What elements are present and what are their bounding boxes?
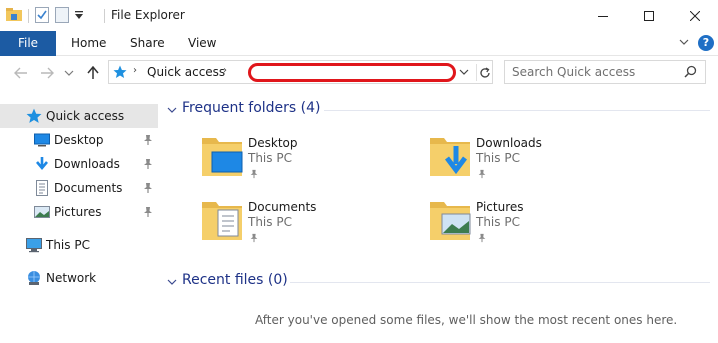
title-divider bbox=[104, 9, 105, 23]
pictures-folder-icon bbox=[430, 198, 472, 245]
breadcrumb-separator-icon[interactable]: › bbox=[223, 65, 227, 76]
sidebar-item-label: Quick access bbox=[46, 109, 125, 123]
sidebar-item-documents[interactable]: Documents bbox=[0, 176, 158, 200]
pin-icon[interactable] bbox=[249, 168, 259, 182]
sidebar-item-label: This PC bbox=[46, 238, 90, 252]
pin-icon[interactable] bbox=[249, 232, 259, 246]
new-folder-icon[interactable] bbox=[55, 6, 69, 26]
network-icon bbox=[26, 270, 42, 286]
download-icon bbox=[34, 156, 50, 172]
folder-name: Desktop bbox=[248, 136, 298, 150]
expand-ribbon-chevron-icon[interactable] bbox=[678, 36, 690, 51]
downloads-folder-icon bbox=[430, 134, 472, 181]
forward-button[interactable] bbox=[38, 65, 56, 81]
tab-view[interactable]: View bbox=[188, 31, 216, 56]
quick-access-toolbar bbox=[6, 6, 83, 26]
window-title: File Explorer bbox=[111, 8, 185, 22]
file-explorer-app-icon[interactable] bbox=[6, 7, 22, 25]
maximize-button[interactable] bbox=[626, 0, 672, 31]
sidebar-item-this-pc[interactable]: This PC bbox=[0, 233, 158, 257]
customize-toolbar-chevron-icon[interactable] bbox=[75, 9, 83, 23]
tab-share[interactable]: Share bbox=[130, 31, 165, 56]
sidebar-item-quick-access[interactable]: Quick access bbox=[0, 104, 158, 128]
group-divider bbox=[324, 110, 710, 111]
sidebar-item-label: Documents bbox=[54, 181, 123, 195]
title-bar: File Explorer bbox=[0, 0, 718, 31]
navigation-bar: › Quick access › Search Quick access bbox=[0, 56, 718, 90]
navigation-pane: Quick access Desktop Downloads Documents bbox=[0, 98, 158, 343]
pin-icon[interactable] bbox=[143, 158, 153, 173]
breadcrumb-separator-icon: › bbox=[133, 65, 137, 76]
search-input[interactable]: Search Quick access bbox=[512, 65, 635, 79]
address-history-chevron-icon[interactable] bbox=[459, 66, 469, 80]
pin-icon[interactable] bbox=[143, 182, 153, 197]
search-icon[interactable] bbox=[684, 65, 697, 81]
refresh-button[interactable] bbox=[476, 64, 493, 81]
documents-icon bbox=[34, 180, 50, 196]
pin-icon[interactable] bbox=[477, 168, 487, 182]
tab-home[interactable]: Home bbox=[71, 31, 106, 56]
group-divider bbox=[290, 282, 710, 283]
frequent-folders-heading[interactable]: Frequent folders (4) bbox=[182, 100, 321, 116]
sidebar-item-label: Network bbox=[46, 271, 97, 285]
pane-splitter[interactable] bbox=[158, 90, 159, 343]
breadcrumb-quick-access[interactable]: Quick access bbox=[147, 65, 225, 79]
sidebar-item-desktop[interactable]: Desktop bbox=[0, 128, 158, 152]
toolbar-divider bbox=[28, 9, 29, 23]
collapse-chevron-icon[interactable] bbox=[167, 275, 177, 289]
folder-name: Pictures bbox=[476, 200, 524, 214]
address-bar[interactable]: › Quick access › bbox=[108, 60, 493, 84]
back-button[interactable] bbox=[12, 65, 30, 81]
sidebar-item-label: Desktop bbox=[54, 133, 104, 147]
pin-icon[interactable] bbox=[477, 232, 487, 246]
folder-location: This PC bbox=[476, 151, 520, 165]
sidebar-item-label: Pictures bbox=[54, 205, 102, 219]
folder-location: This PC bbox=[248, 151, 292, 165]
close-button[interactable] bbox=[672, 0, 718, 31]
recent-locations-chevron-icon[interactable] bbox=[60, 65, 78, 81]
sidebar-item-pictures[interactable]: Pictures bbox=[0, 200, 158, 224]
collapse-chevron-icon[interactable] bbox=[167, 103, 177, 117]
folder-tile-documents[interactable]: Documents This PC bbox=[202, 198, 422, 248]
desktop-folder-icon bbox=[202, 134, 244, 181]
pin-icon[interactable] bbox=[143, 206, 153, 221]
computer-icon bbox=[26, 237, 42, 253]
properties-icon[interactable] bbox=[35, 6, 49, 26]
redaction-mark bbox=[248, 63, 456, 82]
sidebar-item-downloads[interactable]: Downloads bbox=[0, 152, 158, 176]
folder-tile-downloads[interactable]: Downloads This PC bbox=[430, 134, 650, 184]
recent-files-heading[interactable]: Recent files (0) bbox=[182, 272, 288, 288]
desktop-icon bbox=[34, 132, 50, 148]
pictures-icon bbox=[34, 204, 50, 220]
folder-tile-desktop[interactable]: Desktop This PC bbox=[202, 134, 422, 184]
search-box[interactable]: Search Quick access bbox=[504, 60, 706, 84]
sidebar-item-label: Downloads bbox=[54, 157, 120, 171]
up-button[interactable] bbox=[84, 65, 102, 81]
empty-recent-message: After you've opened some files, we'll sh… bbox=[255, 313, 678, 327]
help-icon[interactable]: ? bbox=[698, 35, 714, 51]
quick-access-star-icon bbox=[113, 65, 127, 82]
star-icon bbox=[26, 108, 42, 124]
documents-folder-icon bbox=[202, 198, 244, 245]
tab-file[interactable]: File bbox=[0, 31, 56, 56]
sidebar-item-network[interactable]: Network bbox=[0, 266, 158, 290]
pin-icon[interactable] bbox=[143, 134, 153, 149]
folder-location: This PC bbox=[476, 215, 520, 229]
minimize-button[interactable] bbox=[580, 0, 626, 31]
folder-tile-pictures[interactable]: Pictures This PC bbox=[430, 198, 650, 248]
folder-name: Downloads bbox=[476, 136, 542, 150]
ribbon-tab-bar: File Home Share View ? bbox=[0, 31, 718, 56]
folder-name: Documents bbox=[248, 200, 317, 214]
folder-location: This PC bbox=[248, 215, 292, 229]
